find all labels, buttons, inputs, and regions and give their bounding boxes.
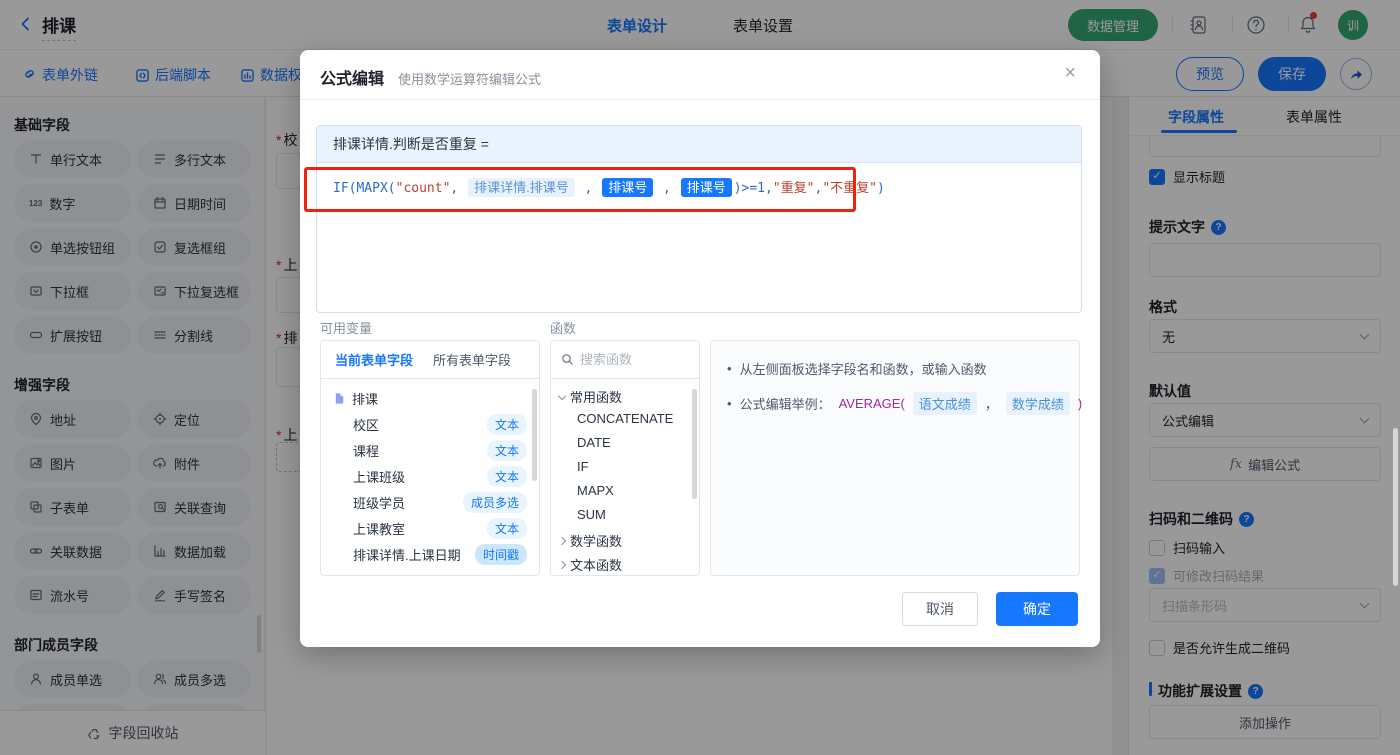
- modal-subtitle: 使用数学运算符编辑公式: [398, 72, 542, 87]
- cancel-button[interactable]: 取消: [902, 592, 978, 626]
- example-function-open: AVERAGE(: [838, 396, 905, 411]
- formula-code: ,: [576, 181, 601, 196]
- field-chip-solid[interactable]: 排课号: [680, 178, 732, 197]
- search-icon: [562, 354, 573, 365]
- function-item[interactable]: SUM: [577, 507, 606, 522]
- field-chip-solid[interactable]: 排课号: [602, 178, 654, 197]
- bullet-icon: •: [727, 361, 732, 376]
- function-group-common[interactable]: 常用函数: [557, 387, 622, 406]
- formula-target: 排课详情.判断是否重复 =: [317, 126, 1081, 163]
- formula-code: ): [876, 181, 885, 196]
- variables-label: 可用变量: [320, 321, 373, 336]
- example-field-chip: 语文成绩: [912, 392, 977, 415]
- example-function-close: ): [1077, 396, 1083, 411]
- formula-expression[interactable]: IF(MAPX("count", 排课详情.排课号 , 排课号 , 排课号)>=…: [317, 163, 1081, 210]
- form-node[interactable]: 排课: [321, 385, 539, 411]
- type-badge: 文本: [486, 517, 527, 539]
- modal-header: 公式编辑 使用数学运算符编辑公式 ×: [300, 50, 1100, 100]
- function-item[interactable]: DATE: [577, 435, 611, 450]
- formula-string: "不重复": [822, 181, 877, 196]
- help-line-1: • 从左侧面板选择字段名和函数，或输入函数: [727, 361, 987, 377]
- type-badge: 文本: [486, 413, 527, 435]
- variable-row[interactable]: 课程 文本: [321, 437, 539, 463]
- function-item[interactable]: CONCATENATE: [577, 411, 673, 426]
- formula-help-panel: • 从左侧面板选择字段名和函数，或输入函数 • 公式编辑举例： AVERAGE( 语…: [710, 340, 1082, 576]
- variable-row[interactable]: 上课教室 文本: [321, 515, 539, 541]
- function-group-text[interactable]: 文本函数: [557, 555, 622, 574]
- modal-title: 公式编辑: [320, 71, 385, 88]
- caret-down-icon: [557, 391, 567, 400]
- app-window: 排课 表单设计 表单设置 数据管理 训 表单外链 后端脚本 数据权限 预览 保存…: [0, 0, 1400, 755]
- functions-scrollbar[interactable]: [692, 389, 697, 499]
- bullet-icon: •: [727, 396, 732, 411]
- formula-code: )>=1,: [733, 181, 773, 196]
- variable-row[interactable]: 班级学员 成员多选: [321, 489, 539, 515]
- type-badge: 文本: [486, 465, 527, 487]
- example-field-chip: 数学成绩: [1005, 392, 1070, 415]
- function-item[interactable]: MAPX: [577, 483, 614, 498]
- variable-row[interactable]: 上课班级 文本: [321, 463, 539, 489]
- caret-right-icon: [557, 560, 567, 569]
- document-icon: [335, 392, 344, 404]
- variable-row[interactable]: 校区 文本: [321, 411, 539, 437]
- function-search[interactable]: [551, 341, 699, 379]
- functions-label: 函数: [550, 321, 577, 336]
- functions-panel: 常用函数 CONCATENATE DATE IF MAPX SUM 数学函数 文…: [550, 340, 700, 576]
- variable-row[interactable]: 排课详情.上课日期 时间戳: [321, 541, 539, 567]
- caret-right-icon: [557, 536, 567, 545]
- type-badge: 文本: [486, 439, 527, 461]
- field-chip-light[interactable]: 排课详情.排课号: [468, 178, 575, 197]
- type-badge: 时间戳: [474, 543, 527, 565]
- formula-editor-box[interactable]: 排课详情.判断是否重复 = IF(MAPX("count", 排课详情.排课号 …: [316, 125, 1082, 313]
- example-separator: ，: [984, 397, 998, 412]
- variables-scrollbar[interactable]: [532, 389, 537, 481]
- formula-code: IF(MAPX(: [333, 181, 396, 196]
- formula-string: "重复": [772, 181, 815, 196]
- formula-code: ,: [655, 181, 679, 196]
- formula-editor-modal: 公式编辑 使用数学运算符编辑公式 × 排课详情.判断是否重复 = IF(MAPX…: [300, 50, 1100, 647]
- tab-current-form-fields[interactable]: 当前表单字段: [335, 350, 413, 369]
- window-scrollbar[interactable]: [1393, 428, 1398, 586]
- close-icon[interactable]: ×: [1064, 63, 1076, 83]
- variables-tabs: 当前表单字段 所有表单字段: [321, 341, 539, 379]
- type-badge: 成员多选: [462, 491, 527, 513]
- function-search-input[interactable]: [580, 352, 680, 367]
- function-group-math[interactable]: 数学函数: [557, 531, 622, 550]
- variables-panel: 当前表单字段 所有表单字段 排课 校区 文本 课程 文本 上课班级 文本 班级学员 成员…: [320, 340, 540, 576]
- formula-string: "count": [395, 181, 451, 196]
- function-item[interactable]: IF: [577, 459, 589, 474]
- help-line-2: • 公式编辑举例： AVERAGE( 语文成绩 ， 数学成绩 ): [727, 392, 1082, 415]
- confirm-button[interactable]: 确定: [996, 592, 1078, 626]
- tab-all-form-fields[interactable]: 所有表单字段: [433, 350, 511, 369]
- formula-code: ,: [450, 181, 467, 196]
